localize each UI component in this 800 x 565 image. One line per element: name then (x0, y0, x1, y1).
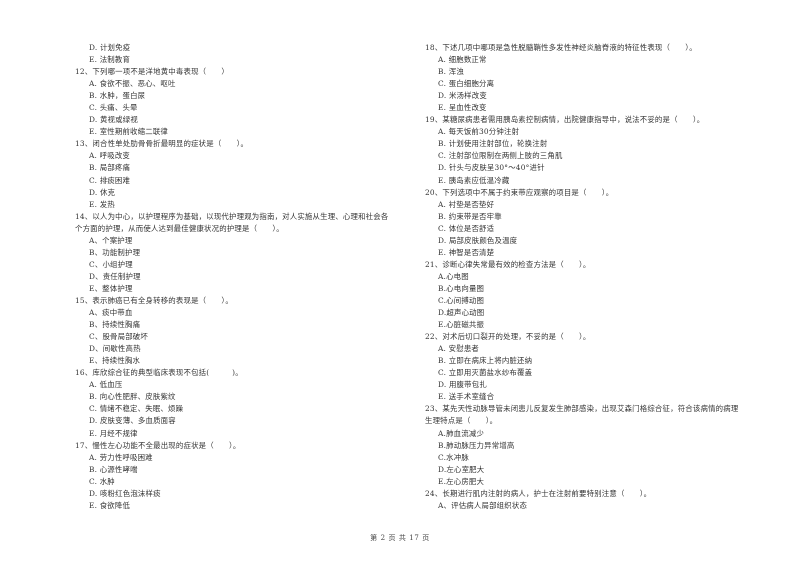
option: D. 皮肤变薄、多血质面容 (89, 416, 176, 426)
question-17: 17、慢性左心功能不全最出现的症状是（ ）。 A. 劳力性呼吸困难 B. 心源性… (75, 440, 410, 512)
option: B.心电向量图 (438, 283, 485, 293)
option: D. 米汤样改变 (438, 91, 487, 101)
left-column: D. 计划免疫 E. 法制教育 12、下列哪一项不是洋地黄中毒表现（ ） A. … (75, 42, 410, 512)
option: B. 浑浊 (438, 67, 464, 77)
option: A. 衬垫是否垫好 (438, 199, 495, 209)
option: C、股骨局部破坏 (89, 332, 148, 342)
option: C、小组护理 (89, 259, 133, 269)
option: A、个案护理 (89, 235, 133, 245)
option: D. 针头与皮肤呈30°～40°进针 (438, 163, 545, 173)
option: D、间歇性高热 (89, 344, 141, 354)
option: E.左心房肥大 (438, 476, 485, 486)
option: B. 向心性肥胖、皮肤紫纹 (89, 392, 176, 402)
question-14: 14、以人为中心，以护理程序为基础，以现代护理观为指南，对人实施从生理、心理和社… (75, 211, 410, 295)
option: E. 食欲降低 (89, 500, 131, 510)
option: D. 休克 (89, 187, 116, 197)
question-stem: 12、下列哪一项不是洋地黄中毒表现（ ） (75, 67, 230, 77)
option: D. 计划免疫 (89, 43, 131, 52)
option: D、责任制护理 (89, 271, 141, 281)
option: B. 局部疼痛 (89, 163, 131, 173)
option: E.心脏磁共振 (438, 320, 485, 330)
question-stem: 20、下列选项中不属于约束带应观察的项目是（ ）。 (425, 187, 614, 197)
question-19: 19、某糖尿病患者需用胰岛素控制病情，出院健康指导中，说法不妥的是（ ）。 A.… (425, 114, 755, 186)
option: E、整体护理 (89, 283, 133, 293)
question-stem: 15、表示肺癌已有全身转移的表现是（ ）。 (75, 295, 233, 305)
option: D. 用腹带包扎 (438, 380, 487, 390)
option: A. 安慰患者 (438, 344, 479, 354)
option: C.心间搏动图 (438, 295, 485, 305)
page-number: 第 2 页 共 17 页 (370, 534, 430, 542)
question-12: 12、下列哪一项不是洋地黄中毒表现（ ） A. 食欲不振、恶心、呕吐 B. 水肿… (75, 66, 410, 138)
question-stem: 19、某糖尿病患者需用胰岛素控制病情，出院健康指导中，说法不妥的是（ ）。 (425, 115, 705, 125)
question-stem: 16、库欣综合征的典型临床表现不包括( )。 (75, 368, 243, 378)
option: B.肺动脉压力异常增高 (438, 440, 515, 450)
option: C. 水肿 (89, 476, 115, 486)
option: C. 注射部位限制在两侧上肢的三角肌 (438, 151, 563, 161)
option: E. 发热 (89, 199, 115, 209)
option: C. 情绪不稳定、失眠、烦躁 (89, 404, 184, 414)
question-stem: 22、对术后切口裂开的处理，不妥的是（ ）。 (425, 332, 591, 342)
option: C. 立即用灭菌盐水纱布覆盖 (438, 368, 533, 378)
option: C.水冲脉 (438, 452, 469, 462)
option: E. 胰岛素应低温冷藏 (438, 175, 510, 185)
option: B、功能制护理 (89, 247, 141, 257)
question-16: 16、库欣综合征的典型临床表现不包括( )。 A. 低血压 B. 向心性肥胖、皮… (75, 367, 410, 439)
question-21: 21、诊断心律失常最有效的检查方法是（ ）。 A.心电图 B.心电向量图 C.心… (425, 259, 755, 331)
question-stem-continued: 生理特点是（ ）。 (425, 416, 498, 426)
question-23: 23、某先天性动脉导管未闭患儿反复发生肺部感染，出现艾森门格综合征，符合该病情的… (425, 403, 755, 487)
option: B. 水肿，蛋白尿 (89, 91, 146, 101)
option: A.心电图 (438, 271, 469, 281)
question-stem: 13、闭合性单处肋骨骨折最明显的症状是（ ）。 (75, 139, 249, 149)
option: D.超声心动图 (438, 308, 485, 318)
question-18: 18、下述几项中哪项是急性脱髓鞘性多发性神经炎脑脊液的特征性表现（ ）。 A. … (425, 42, 755, 114)
option: D.左心室肥大 (438, 464, 485, 474)
option: A. 食欲不振、恶心、呕吐 (89, 79, 176, 89)
option: E. 送手术室缝合 (438, 392, 495, 402)
question-stem: 23、某先天性动脉导管未闭患儿反复发生肺部感染，出现艾森门格综合征，符合该病情的… (425, 404, 739, 414)
option: A. 细胞数正常 (438, 55, 487, 65)
option: E. 法制教育 (89, 55, 131, 65)
option: B. 计划使用注射部位，轮换注射 (438, 139, 548, 149)
option: C. 头痛、头晕 (89, 103, 138, 113)
option: E. 神智是否清楚 (438, 247, 495, 257)
option: B. 心源性哮喘 (89, 464, 138, 474)
option: A. 低血压 (89, 380, 123, 390)
option: E. 呈血性改变 (438, 103, 487, 113)
question-13: 13、闭合性单处肋骨骨折最明显的症状是（ ）。 A. 呼吸改变 B. 局部疼痛 … (75, 138, 410, 210)
option: A. 呼吸改变 (89, 151, 130, 161)
question-15: 15、表示肺癌已有全身转移的表现是（ ）。 A、痰中带血 B、持续性胸痛 C、股… (75, 295, 410, 367)
question-20: 20、下列选项中不属于约束带应观察的项目是（ ）。 A. 衬垫是否垫好 B. 约… (425, 187, 755, 259)
question-stem-continued: 个方面的护理，从而使人达到最佳健康状况的护理是（ ）。 (75, 223, 284, 233)
question-22: 22、对术后切口裂开的处理，不妥的是（ ）。 A. 安慰患者 B. 立即在病床上… (425, 331, 755, 403)
option: D. 黄视或绿视 (89, 115, 138, 125)
option: A. 劳力性呼吸困难 (89, 452, 153, 462)
option: D. 局部皮肤颜色及温度 (438, 235, 518, 245)
option: E. 月经不规律 (89, 428, 138, 438)
question-24: 24、长期进行肌内注射的病人，护士在注射前要特别注意（ ）。 A、评估病人局部组… (425, 488, 755, 512)
option: B、持续性胸痛 (89, 320, 141, 330)
question-stem: 24、长期进行肌内注射的病人，护士在注射前要特别注意（ ）。 (425, 488, 652, 498)
option: A、评估病人局部组织状态 (438, 500, 528, 510)
option: B. 约束带是否牢靠 (438, 211, 502, 221)
question-stem: 14、以人为中心，以护理程序为基础，以现代护理观为指南，对人实施从生理、心理和社… (75, 211, 389, 221)
right-column: 18、下述几项中哪项是急性脱髓鞘性多发性神经炎脑脊液的特征性表现（ ）。 A. … (425, 42, 755, 512)
option: E、持续性胸水 (89, 356, 141, 366)
option: C. 排痰困难 (89, 175, 131, 185)
option: A. 每天饭前30分钟注射 (438, 127, 520, 137)
question-stem: 18、下述几项中哪项是急性脱髓鞘性多发性神经炎脑脊液的特征性表现（ ）。 (425, 43, 697, 52)
option: C. 体位是否舒适 (438, 223, 495, 233)
option: D. 咳粉红色泡沫样痰 (89, 488, 161, 498)
option: C. 蛋白细胞分离 (438, 79, 495, 89)
option: B. 立即在病床上将内脏还纳 (438, 356, 533, 366)
question-stem: 21、诊断心律失常最有效的检查方法是（ ）。 (425, 259, 591, 269)
option: A.肺血流减少 (438, 428, 485, 438)
question-11-continued: D. 计划免疫 E. 法制教育 (75, 42, 410, 66)
question-stem: 17、慢性左心功能不全最出现的症状是（ ）。 (75, 440, 241, 450)
option: E. 室性期前收缩二联律 (89, 127, 169, 137)
option: A、痰中带血 (89, 308, 133, 318)
